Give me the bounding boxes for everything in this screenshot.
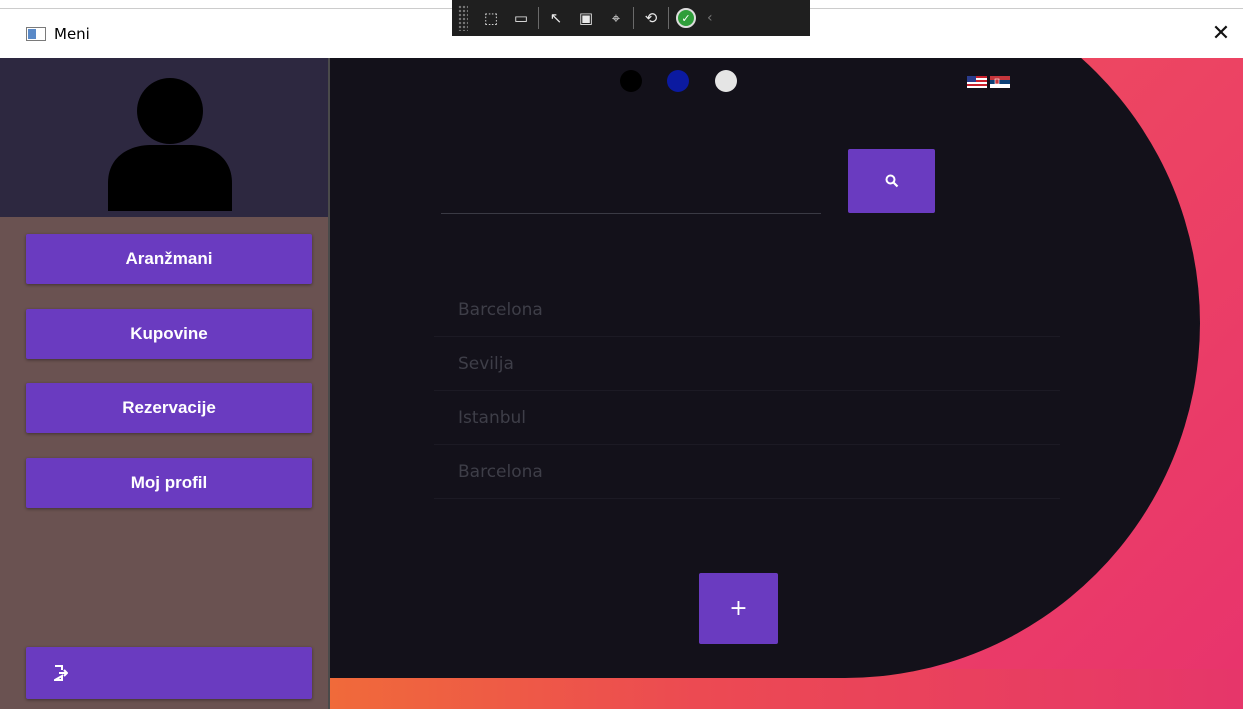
avatar-icon <box>108 78 232 211</box>
add-button[interactable]: + <box>699 573 778 644</box>
main-content: Barcelona Sevilja Istanbul Barcelona + <box>330 58 1243 709</box>
list-item[interactable]: Barcelona <box>434 283 1060 337</box>
logout-button[interactable] <box>26 647 312 699</box>
logout-icon <box>54 665 68 681</box>
inspect-icon[interactable]: ⌖ <box>601 4 631 32</box>
avatar-area <box>0 58 328 217</box>
pointer-icon[interactable]: ↖ <box>541 4 571 32</box>
toolbar-separator <box>633 7 634 29</box>
serbia-flag-icon[interactable] <box>990 76 1010 88</box>
nav-button-aranzmani[interactable]: Aranžmani <box>26 234 312 284</box>
toolbar-grip[interactable] <box>458 5 468 31</box>
window-icon <box>26 27 46 41</box>
layout-icon[interactable]: ▣ <box>571 4 601 32</box>
theme-dot-white[interactable] <box>715 70 737 92</box>
destination-list: Barcelona Sevilja Istanbul Barcelona <box>434 283 1060 499</box>
search-button[interactable] <box>848 149 935 213</box>
sidebar: Aranžmani Kupovine Rezervacije Moj profi… <box>0 58 330 709</box>
dev-toolbar: ⬚ ▭ ↖ ▣ ⌖ ⟲ ✓ ‹ <box>452 0 810 36</box>
theme-dot-black[interactable] <box>620 70 642 92</box>
refresh-icon[interactable]: ⟲ <box>636 4 666 32</box>
check-button[interactable]: ✓ <box>671 4 701 32</box>
us-flag-icon[interactable] <box>967 76 987 88</box>
search-icon <box>885 174 898 188</box>
theme-dot-blue[interactable] <box>667 70 689 92</box>
toolbar-separator <box>668 7 669 29</box>
search-input[interactable] <box>441 213 821 214</box>
record-icon[interactable]: ▭ <box>506 4 536 32</box>
chevron-left-icon[interactable]: ‹ <box>707 10 713 26</box>
list-item[interactable]: Istanbul <box>434 391 1060 445</box>
nav-button-moj-profil[interactable]: Moj profil <box>26 458 312 508</box>
nav-button-rezervacije[interactable]: Rezervacije <box>26 383 312 433</box>
list-item[interactable]: Sevilja <box>434 337 1060 391</box>
check-icon: ✓ <box>676 8 696 28</box>
close-button[interactable]: ✕ <box>1199 15 1243 51</box>
list-item[interactable]: Barcelona <box>434 445 1060 499</box>
window-title: Meni <box>54 25 90 43</box>
nav-button-kupovine[interactable]: Kupovine <box>26 309 312 359</box>
toolbar-separator <box>538 7 539 29</box>
select-element-icon[interactable]: ⬚ <box>476 4 506 32</box>
